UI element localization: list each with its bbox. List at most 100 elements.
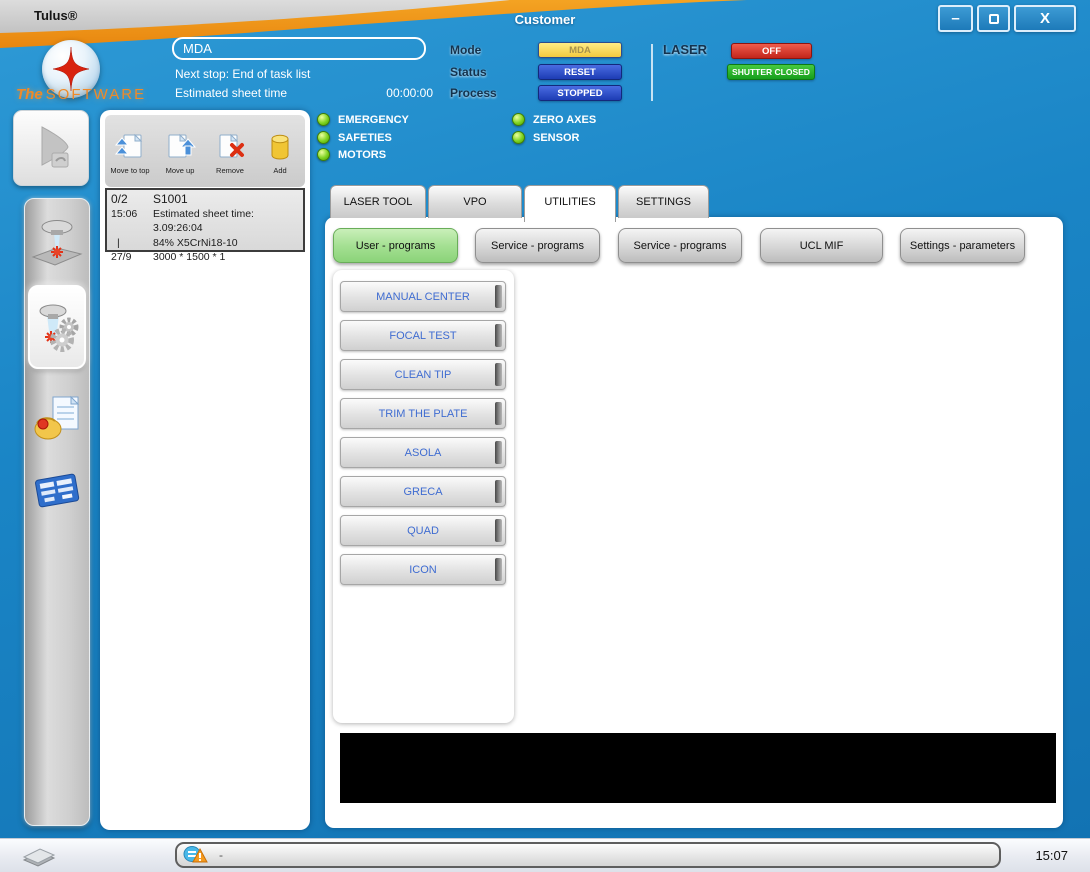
emergency-indicator: EMERGENCY [317,113,409,126]
led-icon [317,148,330,161]
zero-axes-indicator: ZERO AXES [512,113,596,126]
task-list-item[interactable]: 0/2 S1001 15:06 Estimated sheet time: 3.… [105,188,305,252]
tab-laser-tool[interactable]: LASER TOOL [330,185,426,218]
add-icon [256,127,304,163]
category-settings-parameters[interactable]: Settings - parameters [900,228,1025,263]
move-to-top-label: Move to top [106,166,154,175]
program-label: ICON [409,564,437,576]
move-up-icon [156,127,204,163]
move-up-button[interactable]: Move up [156,127,204,175]
drag-handle [495,363,502,386]
application-window: Tulus® TheSOFTWARE Customer – X Next sto… [0,0,1090,872]
status-label: Status [450,65,487,79]
hand-document-icon [31,391,83,445]
header-divider [651,44,653,101]
task-time: 15:06 [111,207,153,236]
sidebar-run-button[interactable] [13,110,89,186]
drag-handle [495,402,502,425]
status-value-badge: RESET [538,64,622,80]
maximize-button[interactable] [977,5,1010,32]
sensor-label: SENSOR [533,132,579,144]
drag-handle [495,558,502,581]
add-button[interactable]: Add [256,127,304,175]
run-pennant-icon [26,121,76,175]
message-bar[interactable]: - [175,842,1001,868]
motors-indicator: MOTORS [317,148,386,161]
minimize-icon: – [951,10,959,27]
sidebar-cutting-button[interactable] [29,215,85,278]
program-manual-center[interactable]: MANUAL CENTER [340,281,506,312]
safeties-label: SAFETIES [338,132,392,144]
task-name: S1001 [153,192,188,207]
drag-handle [495,519,502,542]
program-label: FOCAL TEST [389,330,456,342]
program-label: GRECA [403,486,442,498]
category-user-programs-active[interactable]: User - programs [333,228,458,263]
sheet-icon [18,843,58,871]
add-label: Add [256,166,304,175]
program-focal-test[interactable]: FOCAL TEST [340,320,506,351]
drag-handle [495,285,502,308]
mode-label: Mode [450,43,481,57]
next-stop-text: Next stop: End of task list [175,67,310,81]
program-trim-the-plate[interactable]: TRIM THE PLATE [340,398,506,429]
led-icon [317,113,330,126]
estimated-sheet-time-label: Estimated sheet time [175,86,287,100]
close-icon: X [1040,10,1050,27]
mda-input[interactable] [172,37,426,60]
led-icon [512,113,525,126]
category-ucl-mif[interactable]: UCL MIF [760,228,883,263]
sidebar-manual-button[interactable] [31,391,83,450]
remove-label: Remove [206,166,254,175]
tab-vpo[interactable]: VPO [428,185,522,218]
mode-value-badge: MDA [538,42,622,58]
sidebar-panel [24,198,90,826]
laser-state-badge: OFF [731,43,812,59]
laser-head-icon [29,215,85,273]
program-asola[interactable]: ASOLA [340,437,506,468]
task-list-panel: Move to top Move up [100,110,310,830]
program-label: TRIM THE PLATE [379,408,468,420]
safeties-indicator: SAFETIES [317,131,392,144]
motors-label: MOTORS [338,149,386,161]
led-icon [317,131,330,144]
drag-handle [495,324,502,347]
message-warning-icon [183,845,209,865]
move-to-top-button[interactable]: Move to top [106,127,154,175]
task-date: 27/9 [111,250,153,265]
process-label: Process [450,86,497,100]
calculator-icon [31,467,83,513]
remove-button[interactable]: Remove [206,127,254,175]
message-text: - [219,848,223,862]
category-service-programs-1[interactable]: Service - programs [475,228,600,263]
emergency-label: EMERGENCY [338,114,409,126]
program-clean-tip[interactable]: CLEAN TIP [340,359,506,390]
move-up-label: Move up [156,166,204,175]
minimize-button[interactable]: – [938,5,973,32]
program-label: QUAD [407,525,439,537]
category-service-programs-2[interactable]: Service - programs [618,228,742,263]
task-material: 84% X5CrNi18-10 [153,236,238,251]
task-toolbar: Move to top Move up [105,115,305,187]
tab-settings[interactable]: SETTINGS [618,185,709,218]
close-button[interactable]: X [1014,5,1076,32]
program-icon[interactable]: ICON [340,554,506,585]
task-separator: | [111,236,153,251]
led-icon [512,131,525,144]
program-greca[interactable]: GRECA [340,476,506,507]
sidebar-calculator-button[interactable] [31,467,83,518]
brand-tagline: TheSOFTWARE [16,86,146,104]
brand-software: SOFTWARE [46,86,146,103]
drag-handle [495,441,502,464]
status-bar: - 15:07 [0,838,1090,872]
drag-handle [495,480,502,503]
zero-axes-label: ZERO AXES [533,114,596,126]
sidebar-cutting-settings-button-active[interactable] [28,285,86,369]
sensor-indicator: SENSOR [512,131,579,144]
shutter-state-badge: SHUTTER CLOSED [727,64,815,80]
task-dimensions: 3000 * 1500 * 1 [153,250,225,265]
tab-utilities-active[interactable]: UTILITIES [524,185,616,222]
program-quad[interactable]: QUAD [340,515,506,546]
brand-the: The [16,86,43,103]
estimated-sheet-time-row: Estimated sheet time 00:00:00 [175,86,433,100]
